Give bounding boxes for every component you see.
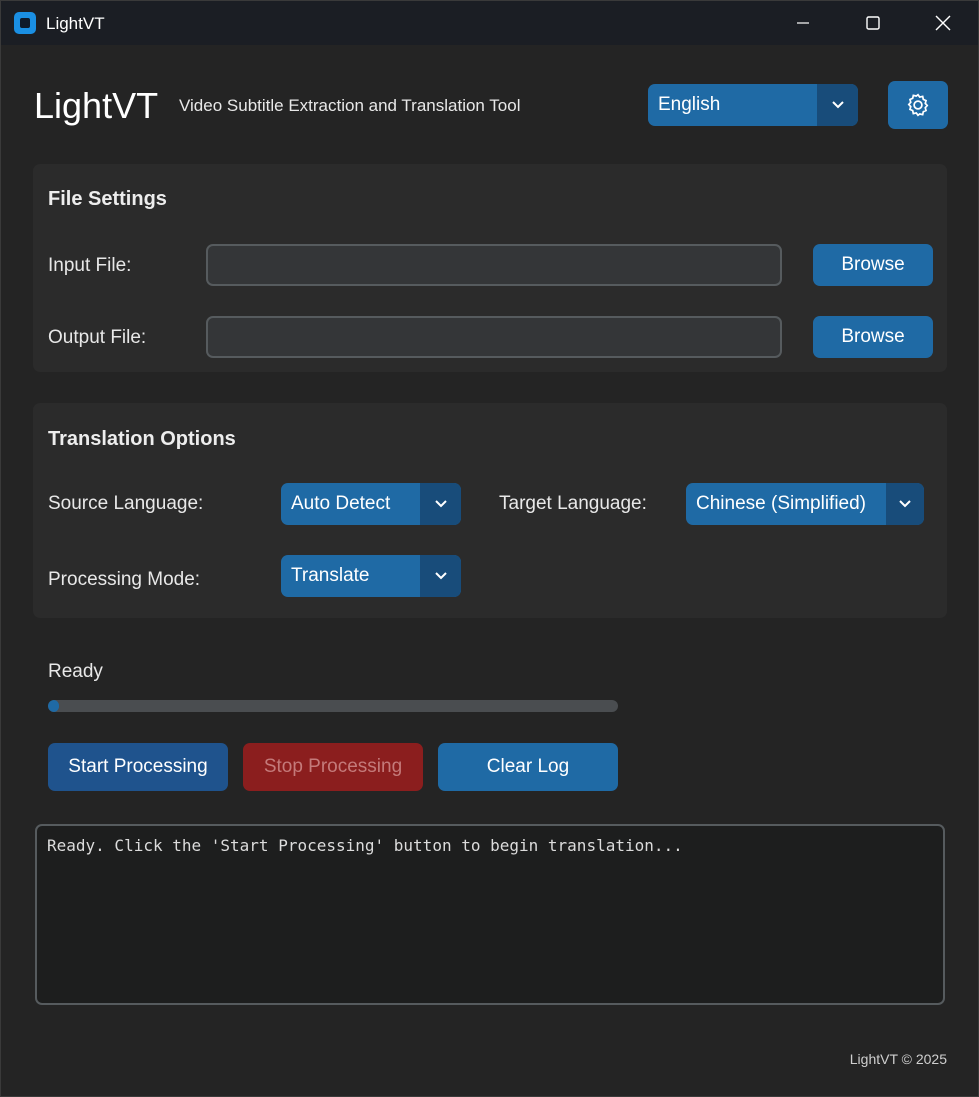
app-icon xyxy=(14,12,36,34)
browse-input-button[interactable]: Browse xyxy=(813,244,933,286)
chevron-down-icon[interactable] xyxy=(420,555,461,597)
status-text: Ready xyxy=(48,661,103,682)
brand-subtitle: Video Subtitle Extraction and Translatio… xyxy=(179,96,521,115)
chevron-down-icon[interactable] xyxy=(817,84,858,126)
translation-options-panel: Translation Options Source Language: Aut… xyxy=(33,403,947,618)
clear-log-button[interactable]: Clear Log xyxy=(438,743,618,791)
brand-title: LightVT xyxy=(34,85,159,126)
start-processing-button[interactable]: Start Processing xyxy=(48,743,228,791)
log-output[interactable]: Ready. Click the 'Start Processing' butt… xyxy=(35,824,945,1005)
stop-processing-button[interactable]: Stop Processing xyxy=(243,743,423,791)
chevron-down-icon[interactable] xyxy=(420,483,461,525)
progress-bar xyxy=(48,700,618,712)
app-window: LightVT LightVT Video Subtitle Extractio… xyxy=(0,0,979,1097)
close-button[interactable] xyxy=(913,1,973,45)
processing-mode-dropdown[interactable]: Translate xyxy=(281,555,461,597)
maximize-icon xyxy=(866,16,880,30)
file-settings-panel: File Settings Input File: Browse Output … xyxy=(33,164,947,372)
close-icon xyxy=(935,15,951,31)
minimize-icon xyxy=(797,22,809,24)
target-language-label: Target Language: xyxy=(499,493,647,514)
input-file-field[interactable] xyxy=(206,244,782,286)
target-language-dropdown[interactable]: Chinese (Simplified) xyxy=(686,483,924,525)
input-file-label: Input File: xyxy=(48,255,132,276)
source-language-dropdown[interactable]: Auto Detect xyxy=(281,483,461,525)
processing-mode-label: Processing Mode: xyxy=(48,569,201,590)
translation-options-title: Translation Options xyxy=(48,428,236,450)
title-bar: LightVT xyxy=(1,1,978,45)
source-language-label: Source Language: xyxy=(48,493,204,514)
browse-output-button[interactable]: Browse xyxy=(813,316,933,358)
settings-button[interactable] xyxy=(888,81,948,129)
footer-copyright: LightVT © 2025 xyxy=(849,1051,947,1067)
source-language-value: Auto Detect xyxy=(291,493,391,514)
maximize-button[interactable] xyxy=(843,1,903,45)
processing-mode-value: Translate xyxy=(291,565,370,586)
output-file-field[interactable] xyxy=(206,316,782,358)
output-file-label: Output File: xyxy=(48,327,147,348)
minimize-button[interactable] xyxy=(773,1,833,45)
file-settings-title: File Settings xyxy=(48,188,167,210)
ui-language-dropdown[interactable]: English xyxy=(648,84,858,126)
ui-language-value: English xyxy=(658,94,721,115)
progress-bar-fill xyxy=(48,700,60,712)
chevron-down-icon[interactable] xyxy=(886,483,924,525)
window-title: LightVT xyxy=(46,14,105,33)
target-language-value: Chinese (Simplified) xyxy=(696,493,867,514)
gear-icon xyxy=(907,93,929,117)
